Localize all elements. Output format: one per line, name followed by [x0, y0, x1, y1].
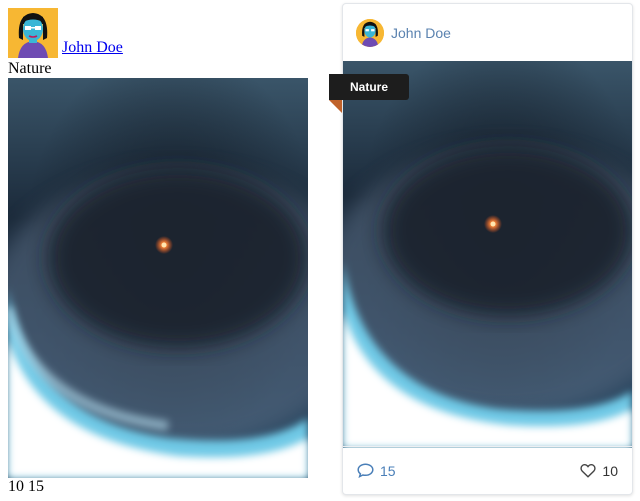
card-author-name[interactable]: John Doe [391, 25, 451, 41]
heart-icon [580, 464, 597, 478]
card-footer: 15 10 [343, 446, 632, 494]
author-avatar[interactable] [8, 8, 58, 58]
like-button[interactable]: 10 [580, 463, 618, 479]
card-header: John Doe [343, 4, 632, 61]
comments-button[interactable]: 15 [357, 463, 396, 479]
raw-author-row: John Doe [8, 4, 308, 58]
category-tag[interactable]: Nature [329, 74, 409, 100]
card-post-photo[interactable] [343, 61, 632, 448]
raw-post-photo[interactable] [0, 78, 368, 478]
category-tag-fold [329, 100, 342, 113]
like-count: 10 [602, 462, 618, 479]
speech-bubble-icon [357, 463, 374, 478]
comment-count: 15 [380, 462, 396, 479]
raw-post: John Doe Nature 10 15 [0, 4, 368, 495]
raw-author-link[interactable]: John Doe [62, 40, 123, 56]
card-author-avatar[interactable] [356, 18, 384, 47]
raw-category: Nature [8, 60, 52, 77]
raw-counts: 10 15 [8, 478, 44, 495]
